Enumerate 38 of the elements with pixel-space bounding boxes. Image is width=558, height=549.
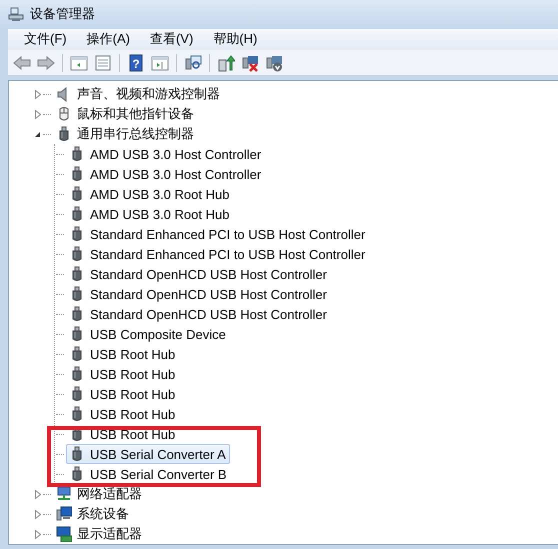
tree-item[interactable]: 通用串行总线控制器 — [53, 124, 198, 144]
tree-item[interactable]: Standard OpenHCD USB Host Controller — [66, 264, 331, 284]
tree-item[interactable]: 声音、视频和游戏控制器 — [53, 84, 224, 104]
collapsed-arrow-icon[interactable] — [33, 530, 42, 538]
tree-item[interactable]: Standard Enhanced PCI to USB Host Controller — [66, 244, 370, 264]
tree-item[interactable]: 网络适配器 — [53, 484, 146, 504]
tree-item[interactable]: USB Serial Converter A — [66, 444, 230, 464]
tree-item[interactable]: USB Root Hub — [66, 404, 180, 424]
window-title: 设备管理器 — [30, 5, 95, 24]
tree-item[interactable]: 显示适配器 — [53, 524, 146, 544]
tree-item[interactable]: USB Root Hub — [66, 424, 180, 444]
tree-item[interactable]: Standard OpenHCD USB Host Controller — [66, 304, 331, 324]
tree-item[interactable]: 鼠标和其他指针设备 — [53, 104, 198, 124]
tree-item[interactable]: AMD USB 3.0 Root Hub — [66, 184, 234, 204]
tree-item[interactable]: USB Serial Converter B — [66, 464, 231, 484]
tree-item[interactable]: USB Root Hub — [66, 384, 180, 404]
network-icon — [56, 486, 72, 502]
tree-item[interactable]: USB Root Hub — [66, 344, 180, 364]
collapsed-arrow-icon[interactable] — [33, 510, 42, 518]
menu-item[interactable]: 帮助(H) — [203, 30, 268, 48]
menu-item[interactable]: 操作(A) — [76, 30, 140, 48]
tree-item[interactable]: USB Composite Device — [66, 324, 230, 344]
menu-item[interactable]: 文件(F) — [14, 30, 77, 48]
expanded-arrow-icon[interactable] — [33, 130, 42, 138]
tree-item[interactable]: USB Root Hub — [66, 364, 180, 384]
tree-item[interactable]: AMD USB 3.0 Root Hub — [66, 204, 234, 224]
tree-item[interactable]: Standard Enhanced PCI to USB Host Controller — [66, 224, 370, 244]
tree-item[interactable]: AMD USB 3.0 Host Controller — [66, 144, 266, 164]
menu-item[interactable]: 查看(V) — [140, 30, 204, 48]
computer-icon — [8, 6, 24, 22]
computer-icon — [56, 506, 72, 522]
display-card-icon — [56, 526, 72, 542]
tree-item[interactable]: AMD USB 3.0 Host Controller — [66, 164, 266, 184]
collapsed-arrow-icon[interactable] — [33, 110, 42, 118]
collapsed-arrow-icon[interactable] — [33, 490, 42, 498]
collapsed-arrow-icon[interactable] — [33, 90, 42, 98]
tree-item[interactable]: Standard OpenHCD USB Host Controller — [66, 284, 331, 304]
tree-item[interactable]: 系统设备 — [53, 504, 133, 524]
